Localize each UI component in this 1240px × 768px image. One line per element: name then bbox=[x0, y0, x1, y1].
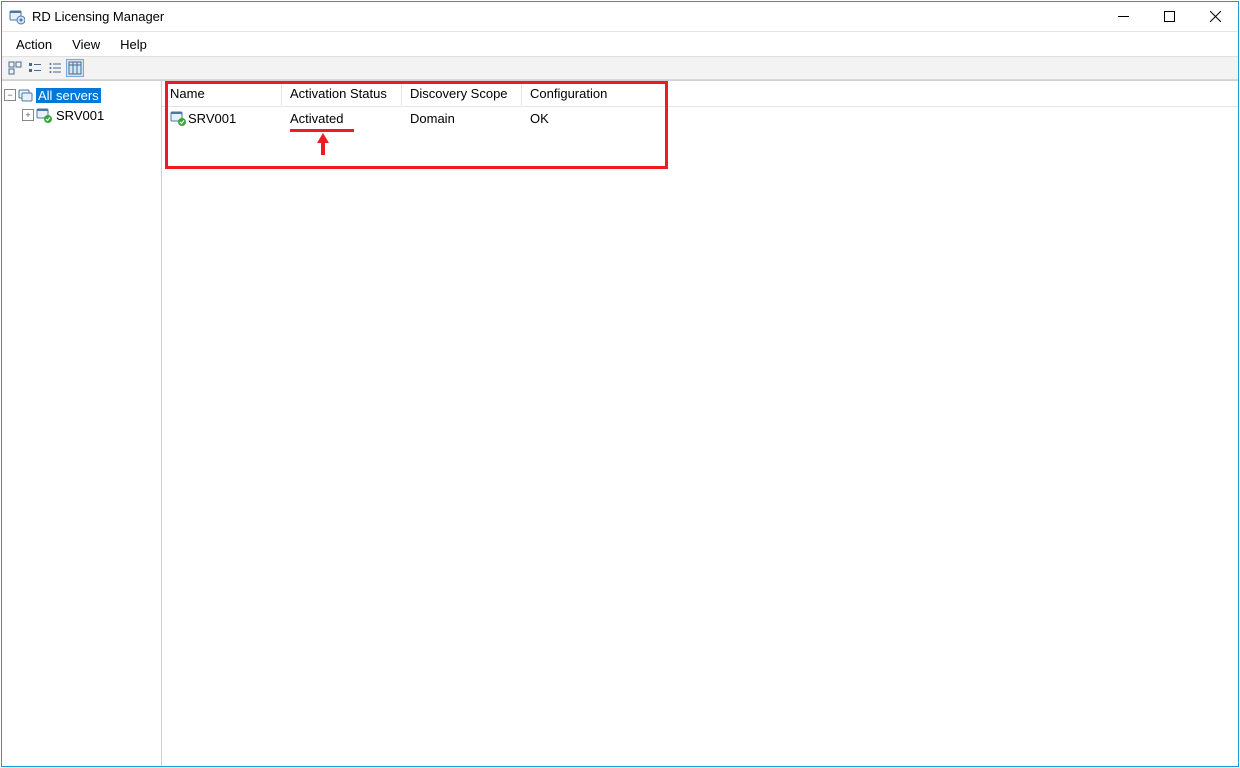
window-title: RD Licensing Manager bbox=[32, 9, 1100, 24]
column-header-config[interactable]: Configuration bbox=[522, 82, 642, 105]
minimize-button[interactable] bbox=[1100, 2, 1146, 31]
tree-node-label: All servers bbox=[36, 88, 101, 103]
list-header: Name Activation Status Discovery Scope C… bbox=[162, 81, 1238, 107]
toolbar-view-details[interactable] bbox=[66, 59, 84, 77]
app-window: RD Licensing Manager Action View Help bbox=[1, 1, 1239, 767]
column-header-discovery[interactable]: Discovery Scope bbox=[402, 82, 522, 105]
details-pane: Name Activation Status Discovery Scope C… bbox=[162, 81, 1238, 766]
cell-name: SRV001 bbox=[162, 106, 282, 130]
content-area: − All servers + bbox=[2, 80, 1238, 766]
list-row[interactable]: SRV001 Activated Domain OK bbox=[162, 107, 1238, 129]
titlebar: RD Licensing Manager bbox=[2, 2, 1238, 32]
annotation-arrow-up-icon bbox=[316, 133, 330, 155]
cell-name-text: SRV001 bbox=[188, 111, 236, 126]
menubar: Action View Help bbox=[2, 32, 1238, 56]
servers-group-icon bbox=[18, 87, 34, 103]
server-ok-icon bbox=[36, 107, 52, 123]
toolbar-view-small-icons[interactable] bbox=[26, 59, 44, 77]
tree-node-label: SRV001 bbox=[54, 108, 106, 123]
maximize-button[interactable] bbox=[1146, 2, 1192, 31]
tree-node-all-servers[interactable]: − All servers bbox=[4, 85, 159, 105]
column-header-name[interactable]: Name bbox=[162, 82, 282, 105]
tree-pane: − All servers + bbox=[2, 81, 162, 766]
toolbar bbox=[2, 56, 1238, 80]
server-ok-icon bbox=[170, 110, 186, 126]
expand-icon[interactable]: + bbox=[22, 109, 34, 121]
cell-activation: Activated bbox=[282, 107, 402, 130]
cell-config: OK bbox=[522, 107, 642, 130]
column-header-activation[interactable]: Activation Status bbox=[282, 82, 402, 105]
menu-help[interactable]: Help bbox=[112, 35, 155, 54]
menu-view[interactable]: View bbox=[64, 35, 108, 54]
tree-node-server[interactable]: + SRV001 bbox=[4, 105, 159, 125]
toolbar-view-large-icons[interactable] bbox=[6, 59, 24, 77]
close-button[interactable] bbox=[1192, 2, 1238, 31]
app-icon bbox=[8, 8, 26, 26]
cell-discovery: Domain bbox=[402, 107, 522, 130]
collapse-icon[interactable]: − bbox=[4, 89, 16, 101]
toolbar-view-list[interactable] bbox=[46, 59, 64, 77]
menu-action[interactable]: Action bbox=[8, 35, 60, 54]
window-controls bbox=[1100, 2, 1238, 31]
